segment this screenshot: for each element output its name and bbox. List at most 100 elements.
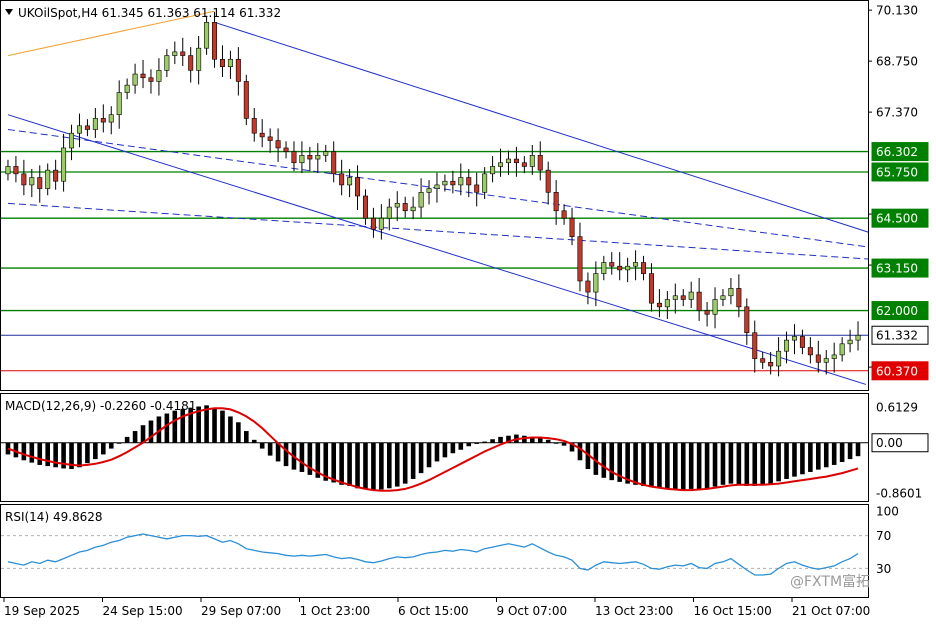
candle-body [799,336,805,348]
macd-plot-area [1,405,868,492]
candle-body [275,140,281,149]
price-tag-60.370: 60.370 [876,364,918,378]
candle-body [291,151,297,164]
macd-bar [744,442,750,486]
candle-body [45,169,51,189]
price-plot-area [1,10,868,385]
candle-body [196,47,202,71]
macd-bar [172,410,178,443]
macd-bar [283,442,289,467]
rsi-tick-30: 30 [876,562,891,576]
macd-bar [108,442,114,449]
candle-body [418,192,424,208]
candle-body [823,358,829,363]
candle-body [847,339,853,345]
candle-body [116,92,122,116]
x-tick-label: 16 Oct 15:00 [694,604,772,618]
candle-body [219,58,225,67]
candle-body [776,350,782,367]
candle-body [84,125,90,130]
x-tick-label: 6 Oct 15:00 [398,604,469,618]
macd-bar [482,441,487,443]
candle-body [648,273,654,304]
macd-bar [339,442,344,485]
candle-body [720,295,726,300]
macd-bar [164,413,170,443]
rsi-plot-area [1,533,868,576]
macd-bar [712,442,718,487]
candle-body [728,288,734,297]
candle-body [76,125,82,134]
candle-body [855,335,861,341]
candle-body [577,236,583,282]
candle-body [394,203,400,208]
watermark: @FXTM富拓 [790,573,870,590]
macd-bar [236,422,241,443]
macd-bar [855,442,861,457]
x-tick-label: 1 Oct 23:00 [300,604,371,618]
candle-body [601,262,607,274]
candle-body [617,265,623,271]
macd-bar [704,442,710,489]
macd-bar [85,442,90,464]
candle-body [839,343,845,356]
macd-bar [601,442,607,478]
macd-bar [498,436,503,443]
candle-body [204,22,210,49]
macd-bar [625,442,630,484]
candle-body [458,177,464,186]
macd-bar [808,442,813,472]
macd-bar [649,442,654,488]
macd-bar [776,442,781,482]
candle-body [529,155,535,167]
candle-body [609,262,615,267]
candle-body [704,310,710,315]
candle-body [680,295,686,300]
macd-bar [641,442,646,486]
candle-body [164,55,170,71]
candle-body [593,273,599,293]
price-tag-62.000: 62.000 [876,304,918,318]
macd-bar [673,442,678,491]
candle-body [37,177,43,189]
macd-bar [394,442,400,487]
macd-tick--0.8601: -0.8601 [876,486,922,500]
rsi-panel-frame [0,504,869,598]
candle-body [299,155,305,164]
macd-bar [816,442,821,470]
candle-body [505,158,511,164]
candle-body [561,210,567,219]
rsi-tick-100: 100 [876,505,899,519]
macd-bar [768,442,773,484]
macd-bar [371,442,376,491]
candle-body [235,58,241,82]
candle-body [815,354,821,363]
candle-body [434,184,440,189]
dropdown-triangle-icon[interactable] [5,9,13,15]
chart-title: UKOilSpot,H4 61.345 61.363 61.114 61.332 [18,6,281,20]
dashed-trend-lower [7,202,868,260]
candle-body [362,195,368,219]
macd-bar [101,442,106,455]
candle-body [807,347,813,356]
macd-bar [363,442,368,490]
candle-body [641,262,647,274]
candle-body [355,177,361,197]
macd-bar [688,442,694,489]
candle-body [513,158,519,164]
macd-bar [212,407,217,443]
candle-body [450,180,456,186]
macd-bar [561,442,567,446]
candle-body [625,265,631,271]
price-tag-63.150: 63.150 [876,262,918,276]
candle-body [148,77,154,82]
macd-bar [736,442,742,485]
candle-body [664,299,670,308]
macd-bar [220,410,225,443]
candle-body [410,206,416,212]
macd-bar [839,442,845,463]
candle-body [156,70,162,82]
macd-bar [180,408,186,443]
candle-body [21,173,27,186]
candle-body [545,169,551,193]
